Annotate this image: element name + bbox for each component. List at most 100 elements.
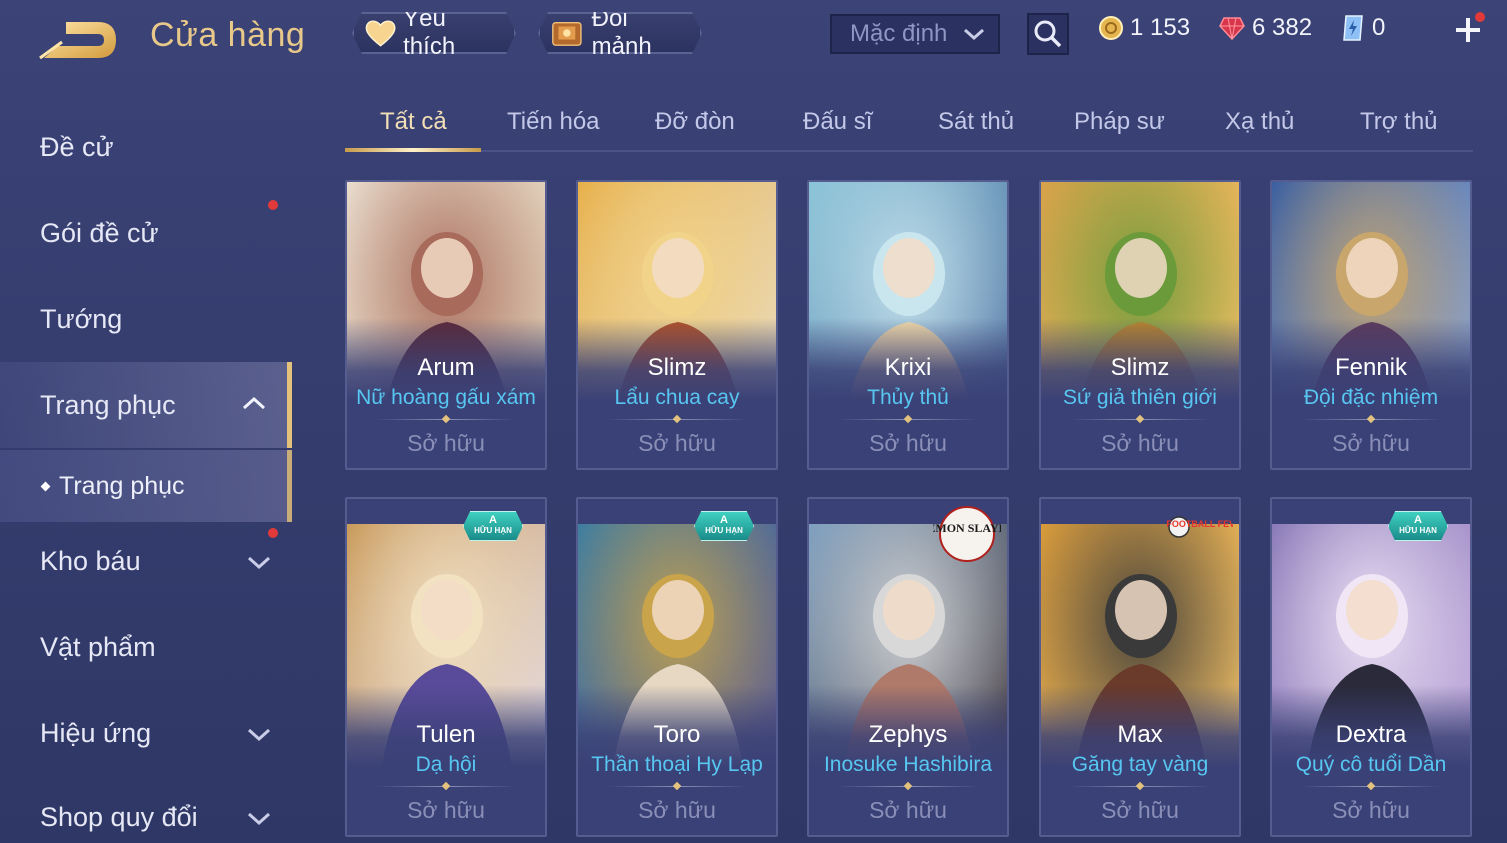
hero-name: Slimz: [647, 354, 707, 381]
tab-mage[interactable]: Pháp sư: [1074, 108, 1165, 136]
voucher-amount: 0: [1372, 14, 1386, 41]
fragment-chest-icon: [550, 16, 586, 50]
sidebar-item-exchange-shop[interactable]: Shop quy đổi: [0, 774, 292, 843]
skin-name: Thủy thủ: [867, 386, 949, 409]
skin-name: Nữ hoàng gấu xám: [356, 386, 536, 409]
limited-badge: A HỮU HẠN: [1388, 511, 1448, 541]
skin-card[interactable]: Dextra Quý cô tuổi Dần Sở hữu A HỮU HẠN: [1270, 497, 1472, 837]
chevron-down-icon: [964, 28, 984, 41]
sidebar-item-effects[interactable]: Hiệu ứng: [0, 690, 292, 776]
skin-card[interactable]: Slimz Lẩu chua cay Sở hữu: [576, 180, 778, 470]
skin-card[interactable]: Toro Thần thoại Hy Lạp Sở hữu A HỮU HẠN: [576, 497, 778, 837]
exchange-fragments-button[interactable]: Đổi mảnh: [538, 12, 702, 54]
badge-letter: A: [720, 514, 728, 526]
badge-text: HỮU HẠN: [705, 526, 743, 535]
skin-card[interactable]: Slimz Sứ giả thiên giới Sở hữu: [1039, 180, 1241, 470]
sidebar-item-label: Shop quy đổi: [40, 801, 198, 832]
badge-letter: A: [1414, 514, 1422, 526]
gem-amount: 6 382: [1252, 14, 1313, 41]
skin-name: Găng tay vàng: [1071, 753, 1209, 776]
notification-dot: [268, 200, 278, 210]
ownership-status: Sở hữu: [638, 797, 716, 823]
skin-name: Sứ giả thiên giới: [1063, 386, 1217, 409]
chevron-down-icon: [247, 812, 271, 826]
limited-badge: A HỮU HẠN: [463, 511, 523, 541]
voucher-icon: [1343, 15, 1363, 41]
sidebar-item-label: Trang phục: [40, 389, 176, 420]
ownership-status: Sở hữu: [407, 797, 485, 823]
skin-card[interactable]: Fennik Đội đặc nhiệm Sở hữu: [1270, 180, 1472, 470]
tab-all[interactable]: Tất cả: [380, 108, 447, 136]
demon-slayer-logo: DEMON SLAYER: [933, 506, 1001, 562]
sidebar-item-label: Tướng: [40, 303, 123, 334]
skin-name: Dạ hội: [415, 753, 477, 776]
sidebar-item-heroes[interactable]: Tướng: [0, 276, 292, 362]
favorites-button[interactable]: Yêu thích: [352, 12, 516, 54]
badge-text: HỮU HẠN: [1399, 526, 1437, 535]
search-button[interactable]: [1027, 13, 1069, 55]
football-fever-logo: FOOTBALL FEVER: [1166, 516, 1233, 538]
skin-name: Quý cô tuổi Dần: [1295, 753, 1447, 776]
skin-card[interactable]: Zephys Inosuke Hashibira Sở hữu DEMON SL…: [807, 497, 1009, 837]
sidebar: Đề cử Gói đề cử Tướng Trang phục Trang p…: [0, 90, 292, 843]
ownership-status: Sở hữu: [1101, 430, 1179, 456]
hero-name: Max: [1117, 721, 1163, 748]
ownership-status: Sở hữu: [869, 430, 947, 456]
skin-name: Thần thoại Hy Lạp: [591, 753, 763, 776]
notification-dot: [268, 528, 278, 538]
ownership-status: Sở hữu: [1332, 430, 1410, 456]
hero-name: Tulen: [416, 721, 476, 748]
badge-letter: A: [489, 514, 497, 526]
sidebar-item-label: Đề cử: [40, 131, 114, 162]
sidebar-item-label: Gói đề cử: [40, 217, 159, 248]
ownership-status: Sở hữu: [1101, 797, 1179, 823]
gem-balance: 6 382: [1218, 14, 1312, 42]
badge-text: HỮU HẠN: [474, 526, 512, 535]
hero-name: Arum: [417, 354, 475, 381]
tab-support[interactable]: Trợ thủ: [1360, 108, 1438, 136]
chevron-down-icon: [247, 556, 271, 570]
sidebar-item-skins[interactable]: Trang phục: [0, 362, 292, 448]
tab-fighter[interactable]: Đấu sĩ: [803, 108, 872, 136]
skin-card[interactable]: Max Găng tay vàng Sở hữu FOOTBALL FEVER: [1039, 497, 1241, 837]
back-button[interactable]: [36, 16, 122, 64]
limited-badge: A HỮU HẠN: [694, 511, 754, 541]
logo-text: FOOTBALL FEVER: [1166, 519, 1233, 529]
sidebar-item-featured-bundles[interactable]: Gói đề cử: [0, 190, 292, 276]
skin-card[interactable]: Arum Nữ hoàng gấu xám Sở hữu: [345, 180, 547, 470]
chevron-down-icon: [247, 728, 271, 742]
active-tab-indicator: [345, 148, 481, 152]
heart-icon: [364, 18, 397, 48]
sidebar-item-label: Hiệu ứng: [40, 717, 152, 748]
sidebar-item-treasure[interactable]: Kho báu: [0, 518, 292, 604]
skin-card[interactable]: Krixi Thủy thủ Sở hữu: [807, 180, 1009, 470]
sidebar-item-featured[interactable]: Đề cử: [0, 104, 292, 190]
hero-name: Krixi: [884, 354, 932, 381]
hero-name: Fennik: [1334, 354, 1408, 381]
ownership-status: Sở hữu: [407, 430, 485, 456]
sort-dropdown[interactable]: Mặc định: [830, 14, 1000, 54]
chevron-up-icon: [242, 396, 266, 410]
sidebar-item-items[interactable]: Vật phẩm: [0, 604, 292, 690]
hero-name: Zephys: [868, 721, 948, 748]
sidebar-subitem-label: Trang phục: [59, 471, 185, 500]
tab-assassin[interactable]: Sát thủ: [938, 108, 1014, 136]
tab-marksman[interactable]: Xạ thủ: [1225, 108, 1294, 136]
back-arrow-icon: [39, 22, 116, 60]
sidebar-item-label: Vật phẩm: [40, 631, 156, 662]
sort-value: Mặc định: [850, 20, 948, 47]
red-gem-icon: [1219, 17, 1245, 41]
sidebar-subitem-skins[interactable]: Trang phục: [0, 450, 292, 522]
hero-name: Dextra: [1335, 721, 1407, 748]
favorites-label: Yêu thích: [403, 5, 456, 60]
hero-name: Slimz: [1110, 354, 1170, 381]
gold-balance: 1 153: [1098, 14, 1190, 42]
voucher-balance: 0: [1340, 14, 1385, 42]
ownership-status: Sở hữu: [1332, 797, 1410, 823]
role-filter-tabs: Tất cả Tiến hóa Đỡ đòn Đấu sĩ Sát thủ Ph…: [345, 100, 1473, 152]
search-icon: [1034, 20, 1062, 48]
skin-card[interactable]: Tulen Dạ hội Sở hữu A HỮU HẠN: [345, 497, 547, 837]
hero-name: Toro: [653, 721, 701, 748]
tab-evolution[interactable]: Tiến hóa: [507, 108, 600, 136]
tab-tank[interactable]: Đỡ đòn: [655, 108, 735, 136]
